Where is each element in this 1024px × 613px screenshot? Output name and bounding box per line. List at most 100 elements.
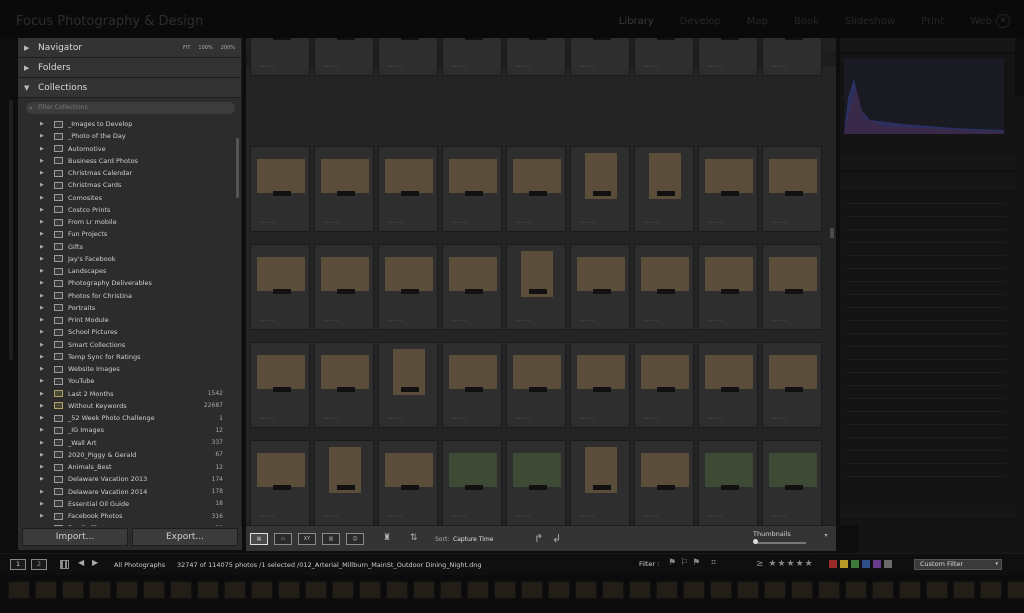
collection-item[interactable]: ▶ Gifts <box>18 241 241 253</box>
filmstrip-thumbnail[interactable] <box>386 581 408 599</box>
photo-thumbnail[interactable]: ••••• <box>570 244 630 330</box>
filmstrip-thumbnail[interactable] <box>845 581 867 599</box>
photo-thumbnail[interactable]: ••••• <box>698 342 758 428</box>
rating-stars[interactable]: ••••• <box>387 220 404 225</box>
rating-stars[interactable]: ••••• <box>387 514 404 519</box>
photo-thumbnail[interactable]: ••••• <box>378 244 438 330</box>
rating-stars[interactable]: ••••• <box>579 416 596 421</box>
collection-item[interactable]: ▶ 2020_Piggy & Gerald 67 <box>18 449 241 461</box>
filmstrip-thumbnail[interactable] <box>521 581 543 599</box>
rating-stars[interactable]: ••••• <box>643 318 660 323</box>
collection-item[interactable]: ▶ Delaware Vacation 2014 178 <box>18 486 241 498</box>
rating-stars[interactable]: ••••• <box>771 514 788 519</box>
collection-item[interactable]: ▶ _Wall Art 337 <box>18 437 241 449</box>
expand-arrow-icon[interactable]: ▶ <box>40 182 44 188</box>
expand-arrow-icon[interactable]: ▶ <box>40 378 44 384</box>
filmstrip-thumbnail[interactable] <box>251 581 273 599</box>
rating-stars[interactable]: ••••• <box>515 64 532 69</box>
expand-arrow-icon[interactable]: ▶ <box>40 489 44 495</box>
collections-scrollbar[interactable] <box>236 138 239 198</box>
photo-thumbnail[interactable]: ••••• <box>378 146 438 232</box>
filmstrip-thumbnail[interactable] <box>710 581 732 599</box>
collection-item[interactable]: ▶ YouTube <box>18 375 241 387</box>
toolbar-menu-icon[interactable]: ▾ <box>820 532 832 544</box>
expand-arrow-icon[interactable]: ▶ <box>40 415 44 421</box>
photo-thumbnail[interactable]: ••••• <box>570 342 630 428</box>
second-window-button[interactable]: 2 <box>31 559 47 570</box>
painter-icon[interactable]: ♜ <box>378 533 396 545</box>
photo-thumbnail[interactable]: ••••• <box>506 38 566 76</box>
histogram-header[interactable] <box>840 38 1015 53</box>
color-label-swatch[interactable] <box>862 560 870 568</box>
collections-header[interactable]: ▼ Collections + <box>18 78 1024 603</box>
rating-stars[interactable]: ••••• <box>323 64 340 69</box>
collection-item[interactable]: ▶ Website Images <box>18 363 241 375</box>
collection-item[interactable]: ▶ _52 Week Photo Challenge 1 <box>18 412 241 424</box>
photo-thumbnail[interactable]: ••••• <box>570 38 630 76</box>
grid-view-icon[interactable]: ▦ <box>250 533 268 545</box>
filmstrip-thumbnail[interactable] <box>332 581 354 599</box>
expand-arrow-icon[interactable]: ▶ <box>40 268 44 274</box>
zoom-100[interactable]: 100% <box>198 45 212 51</box>
collection-item[interactable]: ▶ Christmas Calendar <box>18 167 241 179</box>
rating-stars[interactable]: ••••• <box>643 64 660 69</box>
folders-header[interactable]: ▶ Folders + <box>18 58 1024 583</box>
rating-stars[interactable]: ••••• <box>771 64 788 69</box>
collection-item[interactable]: ▶ Print Module <box>18 314 241 326</box>
expand-arrow-icon[interactable]: ▶ <box>40 427 44 433</box>
expand-arrow-icon[interactable]: ▶ <box>40 256 44 262</box>
collection-item[interactable]: ▶ School Pictures <box>18 326 241 338</box>
filmstrip-thumbnail[interactable] <box>197 581 219 599</box>
filter-collections-input[interactable]: ⌕ Filter Collections <box>26 102 235 114</box>
expand-arrow-icon[interactable]: ▶ <box>40 305 44 311</box>
rating-stars[interactable]: ••••• <box>707 220 724 225</box>
collection-item[interactable]: ▶ _Images to Develop <box>18 118 241 130</box>
filmstrip-thumbnail[interactable] <box>818 581 840 599</box>
filmstrip-thumbnail[interactable] <box>683 581 705 599</box>
expand-arrow-icon[interactable]: ▶ <box>40 219 44 225</box>
photo-thumbnail[interactable]: ••••• <box>698 244 758 330</box>
filmstrip-thumbnail[interactable] <box>89 581 111 599</box>
thumbnail-size-slider[interactable] <box>754 542 806 544</box>
photo-thumbnail[interactable]: ••••• <box>442 342 502 428</box>
photo-thumbnail[interactable]: ••••• <box>378 440 438 525</box>
rating-stars[interactable]: ••••• <box>259 514 276 519</box>
main-window-button[interactable]: 1 <box>10 559 26 570</box>
collection-item[interactable]: ▶ Business Card Photos <box>18 155 241 167</box>
rating-stars[interactable]: ••••• <box>387 64 404 69</box>
keyword-list-header[interactable] <box>840 156 1015 171</box>
photo-thumbnail[interactable]: ••••• <box>314 38 374 76</box>
photo-thumbnail[interactable]: ••••• <box>762 342 822 428</box>
filmstrip-thumbnail[interactable] <box>656 581 678 599</box>
photo-thumbnail[interactable]: ••••• <box>762 38 822 76</box>
rating-stars[interactable]: ••••• <box>515 318 532 323</box>
photo-thumbnail[interactable]: ••••• <box>506 146 566 232</box>
photo-thumbnail[interactable]: ••••• <box>762 244 822 330</box>
rating-stars[interactable]: ••••• <box>515 416 532 421</box>
photo-thumbnail[interactable]: ••••• <box>250 342 310 428</box>
collection-item[interactable]: ▶ Photos for Christina <box>18 290 241 302</box>
photo-thumbnail[interactable]: ••••• <box>442 244 502 330</box>
rating-stars[interactable]: ••••• <box>579 220 596 225</box>
filmstrip-thumbnail[interactable] <box>224 581 246 599</box>
survey-view-icon[interactable]: ▥ <box>322 533 340 545</box>
filmstrip-thumbnail[interactable] <box>278 581 300 599</box>
rating-stars[interactable]: ••••• <box>579 318 596 323</box>
filmstrip-thumbnail[interactable] <box>899 581 921 599</box>
collection-item[interactable]: ▶ Landscapes <box>18 265 241 277</box>
slider-knob[interactable] <box>753 539 758 544</box>
filmstrip-thumbnail[interactable] <box>575 581 597 599</box>
photo-thumbnail[interactable]: ••••• <box>570 440 630 525</box>
expand-arrow-icon[interactable]: ▶ <box>40 121 44 127</box>
photo-thumbnail[interactable]: ••••• <box>314 244 374 330</box>
collection-item[interactable]: ▶ _Photo of the Day <box>18 130 241 142</box>
collection-item[interactable]: ▶ Fun Projects <box>18 228 241 240</box>
expand-arrow-icon[interactable]: ▶ <box>40 501 44 507</box>
photo-thumbnail[interactable]: ••••• <box>762 146 822 232</box>
collection-item[interactable]: ▶ Jay's Facebook <box>18 253 241 265</box>
module-slideshow[interactable]: Slideshow <box>845 16 895 27</box>
grid-icon[interactable] <box>60 560 69 569</box>
custom-filter-dropdown[interactable]: Custom Filter ▾ <box>914 559 1002 570</box>
collection-item[interactable]: ▶ Facebook Photos 316 <box>18 510 241 522</box>
filmstrip-thumbnail[interactable] <box>602 581 624 599</box>
